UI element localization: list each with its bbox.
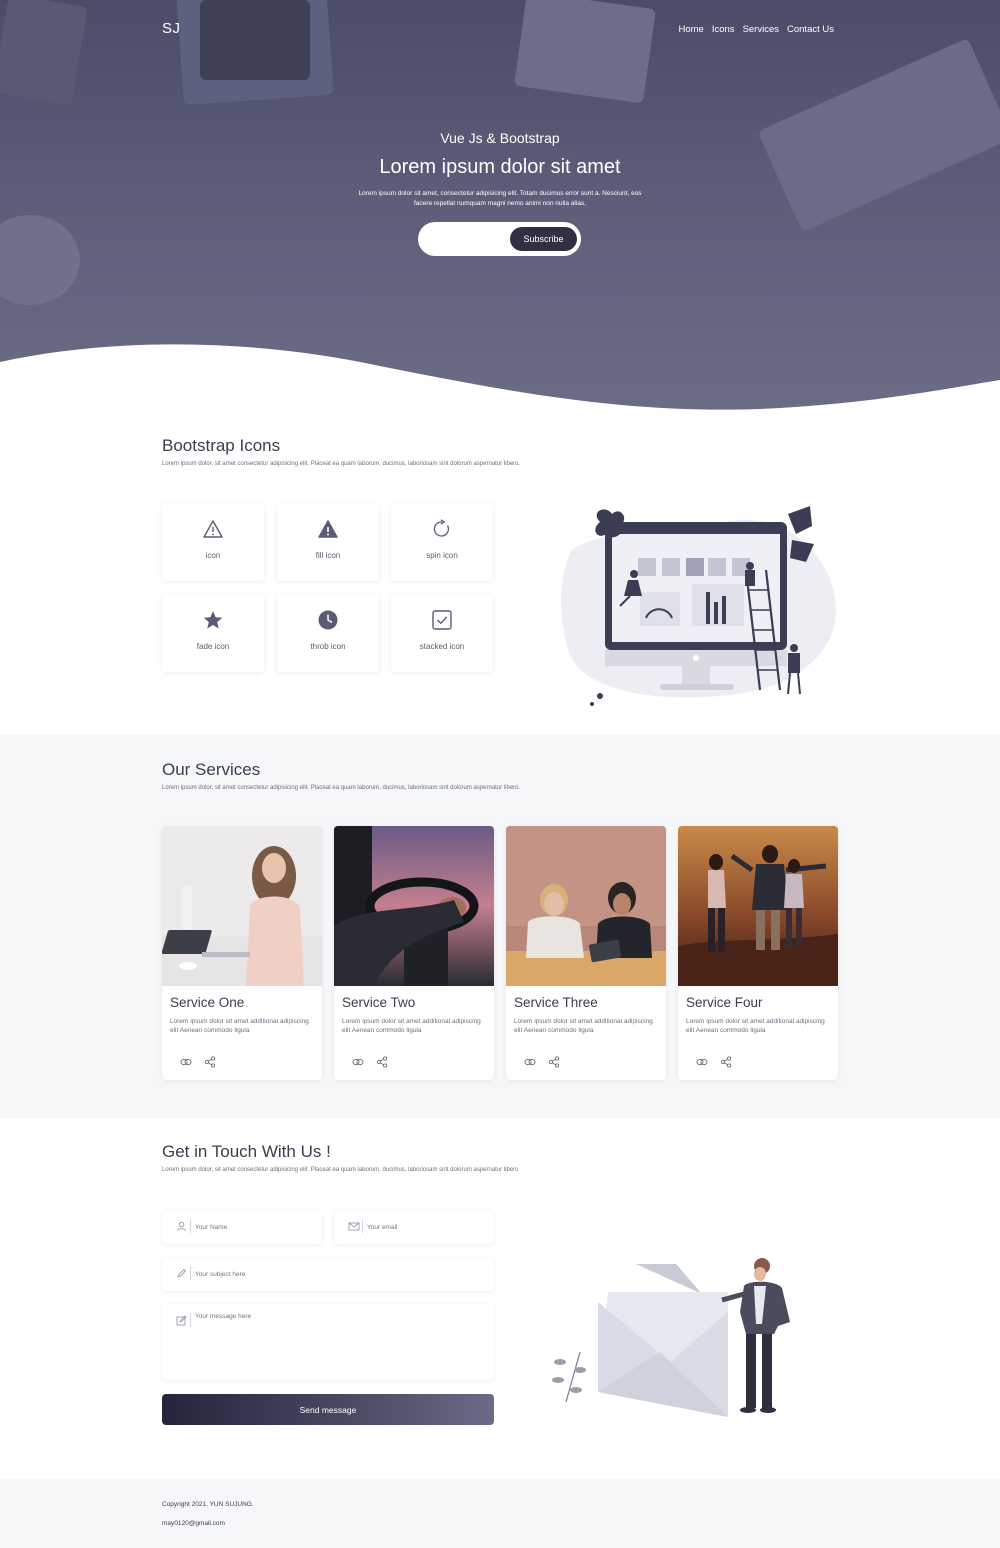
envelope-icon bbox=[348, 1222, 360, 1231]
hero-title: Lorem ipsum dolor sit amet bbox=[379, 156, 621, 178]
send-message-button[interactable]: Send message bbox=[162, 1394, 494, 1425]
subject-field bbox=[162, 1257, 494, 1291]
field-separator bbox=[190, 1266, 191, 1280]
service-card-text: Lorem ipsum dolor sit amet additional ad… bbox=[686, 1018, 825, 1034]
nav-icons[interactable]: Icons bbox=[712, 24, 735, 35]
brand-logo[interactable]: SJ bbox=[162, 20, 181, 37]
link-icon[interactable] bbox=[352, 1056, 364, 1068]
service-card[interactable]: Service Two Lorem ipsum dolor sit amet a… bbox=[334, 826, 494, 1080]
contact-section-desc: Lorem ipsum dolor, sit amet consectetur … bbox=[162, 1167, 519, 1173]
field-separator bbox=[190, 1219, 191, 1233]
hero-background-paper bbox=[514, 0, 656, 104]
icon-card-label: icon bbox=[205, 551, 221, 560]
subject-input[interactable] bbox=[195, 1266, 475, 1282]
nav-contact[interactable]: Contact Us bbox=[787, 24, 834, 35]
service-card-title: Service Four bbox=[686, 995, 763, 1010]
service-three-photo bbox=[506, 826, 666, 986]
hero-section: SJ Home Icons Services Contact Us Vue Js… bbox=[0, 0, 1000, 410]
refresh-icon bbox=[433, 519, 450, 537]
service-one-photo bbox=[162, 826, 322, 986]
icon-card-label: fill icon bbox=[315, 551, 341, 560]
dashboard-illustration bbox=[561, 506, 836, 706]
service-card-text: Lorem ipsum dolor sit amet additional ad… bbox=[342, 1018, 481, 1034]
pencil-icon bbox=[177, 1268, 187, 1278]
service-card-text: Lorem ipsum dolor sit amet additional ad… bbox=[514, 1018, 653, 1034]
message-textarea[interactable] bbox=[195, 1313, 485, 1373]
nav-services[interactable]: Services bbox=[743, 24, 779, 35]
envelope-illustration bbox=[552, 1258, 790, 1417]
icons-section-desc: Lorem ipsum dolor, sit amet consectetur … bbox=[162, 461, 521, 467]
service-card[interactable]: Service Three Lorem ipsum dolor sit amet… bbox=[506, 826, 666, 1080]
field-separator bbox=[362, 1219, 363, 1233]
hero-background-notebook bbox=[0, 0, 89, 107]
footer: Copyright 2021. YUN SUJUNG. may0120@gmai… bbox=[0, 1479, 1000, 1548]
icon-card[interactable]: spin icon bbox=[391, 503, 493, 581]
icon-card-label: spin icon bbox=[426, 551, 458, 560]
edit-icon bbox=[176, 1315, 187, 1326]
email-input[interactable] bbox=[367, 1219, 482, 1235]
share-icon[interactable] bbox=[720, 1056, 732, 1068]
link-icon[interactable] bbox=[524, 1056, 536, 1068]
services-section bbox=[0, 734, 1000, 1118]
services-section-desc: Lorem ipsum dolor, sit amet consectetur … bbox=[162, 785, 521, 791]
service-four-photo bbox=[678, 826, 838, 986]
email-field bbox=[334, 1210, 494, 1244]
service-card[interactable]: Service Four Lorem ipsum dolor sit amet … bbox=[678, 826, 838, 1080]
person-icon bbox=[177, 1221, 186, 1232]
link-icon[interactable] bbox=[696, 1056, 708, 1068]
field-separator bbox=[190, 1313, 191, 1327]
service-two-photo bbox=[334, 826, 494, 986]
icon-card[interactable]: icon bbox=[162, 503, 264, 581]
icon-card-label: throb icon bbox=[310, 642, 346, 651]
contact-section-title: Get in Touch With Us ! bbox=[162, 1142, 331, 1161]
hero-text: Lorem ipsum dolor sit amet, consectetur … bbox=[358, 190, 642, 207]
subscribe-form: Subscribe bbox=[418, 222, 581, 256]
share-icon[interactable] bbox=[204, 1056, 216, 1068]
clock-icon bbox=[318, 610, 338, 630]
star-icon bbox=[203, 611, 223, 629]
icon-card[interactable]: stacked icon bbox=[391, 594, 493, 672]
name-field bbox=[162, 1210, 322, 1244]
footer-copyright: Copyright 2021. YUN SUJUNG. bbox=[162, 1501, 254, 1508]
share-icon[interactable] bbox=[376, 1056, 388, 1068]
icon-card-label: stacked icon bbox=[419, 642, 465, 651]
hero-subtitle: Vue Js & Bootstrap bbox=[440, 130, 560, 146]
service-card[interactable]: Service One Lorem ipsum dolor sit amet a… bbox=[162, 826, 322, 1080]
icon-card[interactable]: fill icon bbox=[277, 503, 379, 581]
icon-card[interactable]: fade icon bbox=[162, 594, 264, 672]
service-card-text: Lorem ipsum dolor sit amet additional ad… bbox=[170, 1018, 309, 1034]
hero-background-screen bbox=[200, 0, 310, 80]
footer-email[interactable]: may0120@gmail.com bbox=[162, 1520, 225, 1527]
message-field bbox=[162, 1304, 494, 1380]
nav-home[interactable]: Home bbox=[679, 24, 704, 35]
icons-section-title: Bootstrap Icons bbox=[162, 436, 281, 455]
share-icon[interactable] bbox=[548, 1056, 560, 1068]
checkbox-icon bbox=[432, 610, 452, 630]
subscribe-input[interactable] bbox=[430, 230, 510, 248]
warning-fill-icon bbox=[318, 520, 338, 538]
hero-wave bbox=[0, 344, 1000, 410]
services-section-title: Our Services bbox=[162, 760, 261, 779]
icon-card[interactable]: throb icon bbox=[277, 594, 379, 672]
service-card-title: Service One bbox=[170, 995, 245, 1010]
service-card-title: Service Two bbox=[342, 995, 416, 1010]
name-input[interactable] bbox=[195, 1219, 310, 1235]
main-nav: Home Icons Services Contact Us bbox=[679, 24, 835, 35]
subscribe-button[interactable]: Subscribe bbox=[510, 227, 577, 251]
warning-outline-icon bbox=[203, 520, 223, 538]
icon-card-label: fade icon bbox=[196, 642, 230, 651]
service-card-title: Service Three bbox=[514, 995, 598, 1010]
link-icon[interactable] bbox=[180, 1056, 192, 1068]
hero-background-mug bbox=[0, 215, 80, 305]
